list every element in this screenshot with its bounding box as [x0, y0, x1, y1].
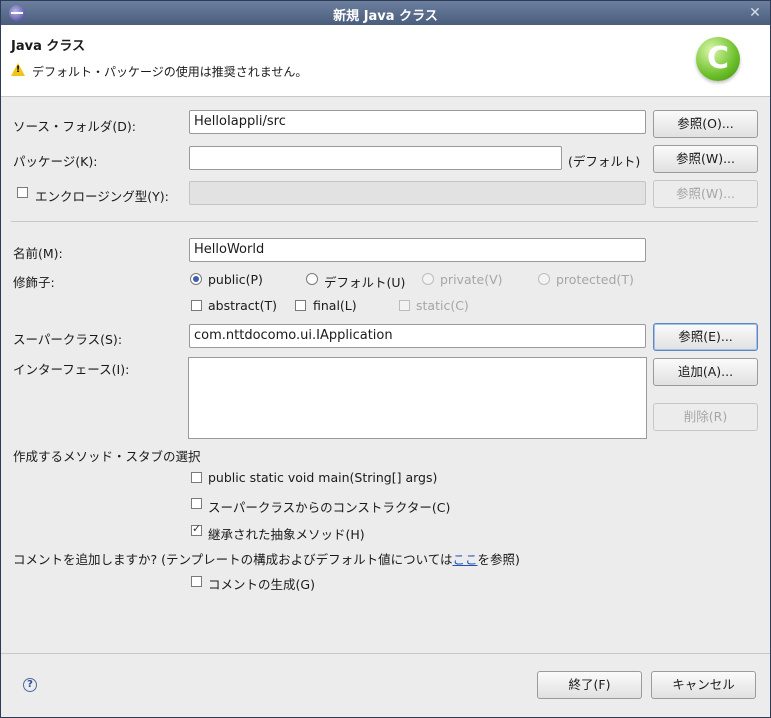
- interfaces-label: インターフェース(I):: [13, 362, 130, 377]
- generate-comments-checkbox[interactable]: [191, 576, 202, 587]
- public-label: public(P): [208, 272, 263, 287]
- interfaces-list[interactable]: [188, 357, 647, 439]
- separator: [11, 221, 758, 222]
- package-input[interactable]: [189, 146, 562, 170]
- source-folder-input[interactable]: HelloIappli/src: [189, 110, 646, 134]
- finish-button[interactable]: 終了(F): [537, 671, 642, 699]
- modifiers-label: 修飾子:: [13, 275, 55, 290]
- inherited-methods-checkbox[interactable]: [191, 522, 202, 536]
- protected-label: protected(T): [556, 272, 634, 287]
- method-stubs-label: 作成するメソッド・スタブの選択: [13, 449, 201, 464]
- package-default-label: (デフォルト): [568, 154, 641, 169]
- public-radio[interactable]: [190, 273, 202, 285]
- class-name-input[interactable]: HelloWorld: [189, 238, 646, 262]
- final-label: final(L): [313, 298, 357, 313]
- warning-message: デフォルト・パッケージの使用は推奨されません。: [32, 65, 308, 79]
- final-checkbox[interactable]: [295, 300, 306, 311]
- comments-prompt-suffix: を参照): [477, 552, 520, 567]
- default-radio[interactable]: [306, 273, 318, 285]
- static-checkbox: [399, 300, 410, 311]
- remove-interface-button: 削除(R): [653, 403, 758, 431]
- protected-radio: [538, 273, 550, 285]
- warning-icon: [11, 63, 25, 76]
- generate-comments-label: コメントの生成(G): [208, 577, 315, 592]
- superclass-input[interactable]: com.nttdocomo.ui.IApplication: [189, 324, 646, 348]
- constructors-checkbox[interactable]: [191, 498, 202, 509]
- close-icon[interactable]: ✕: [746, 4, 764, 22]
- new-java-class-dialog: 新規 Java クラス ✕ Java クラス デフォルト・パッケージの使用は推奨…: [0, 0, 771, 718]
- superclass-label: スーパークラス(S):: [13, 332, 123, 347]
- static-label: static(C): [416, 298, 469, 313]
- package-label: パッケージ(K):: [13, 154, 98, 169]
- title-bar[interactable]: 新規 Java クラス ✕: [1, 1, 770, 25]
- source-folder-browse-button[interactable]: 参照(O)...: [653, 110, 758, 138]
- abstract-checkbox[interactable]: [191, 300, 202, 311]
- logo-letter: C: [706, 41, 730, 76]
- enclosing-type-input: [189, 181, 646, 205]
- wizard-banner: Java クラス デフォルト・パッケージの使用は推奨されません。 C: [1, 25, 770, 97]
- help-icon[interactable]: ?: [23, 678, 37, 692]
- name-label: 名前(M):: [13, 246, 63, 261]
- default-label: デフォルト(U): [324, 275, 406, 290]
- add-interface-button[interactable]: 追加(A)...: [653, 358, 758, 386]
- enclosing-type-label: エンクロージング型(Y):: [35, 189, 169, 204]
- window-title: 新規 Java クラス: [333, 9, 438, 24]
- superclass-browse-button[interactable]: 参照(E)...: [653, 323, 758, 351]
- templates-link[interactable]: ここ: [453, 552, 478, 567]
- footer-separator: [1, 653, 770, 654]
- page-title: Java クラス: [11, 39, 86, 54]
- comments-prompt-text: コメントを追加しますか? (テンプレートの構成およびデフォルト値については: [13, 552, 453, 567]
- main-method-label: public static void main(String[] args): [208, 470, 438, 485]
- private-label: private(V): [440, 272, 503, 287]
- new-class-logo-icon: C: [696, 37, 740, 81]
- main-method-checkbox[interactable]: [191, 472, 202, 483]
- inherited-methods-label: 継承された抽象メソッド(H): [208, 527, 365, 542]
- enclosing-type-checkbox[interactable]: [17, 187, 28, 198]
- enclosing-browse-button: 参照(W)...: [653, 180, 758, 208]
- cancel-button[interactable]: キャンセル: [651, 671, 756, 699]
- constructors-label: スーパークラスからのコンストラクター(C): [208, 500, 451, 515]
- abstract-label: abstract(T): [208, 298, 277, 313]
- comments-prompt: コメントを追加しますか? (テンプレートの構成およびデフォルト値についてはここを…: [13, 549, 520, 568]
- source-folder-label: ソース・フォルダ(D):: [13, 119, 136, 134]
- package-browse-button[interactable]: 参照(W)...: [653, 145, 758, 173]
- private-radio: [422, 273, 434, 285]
